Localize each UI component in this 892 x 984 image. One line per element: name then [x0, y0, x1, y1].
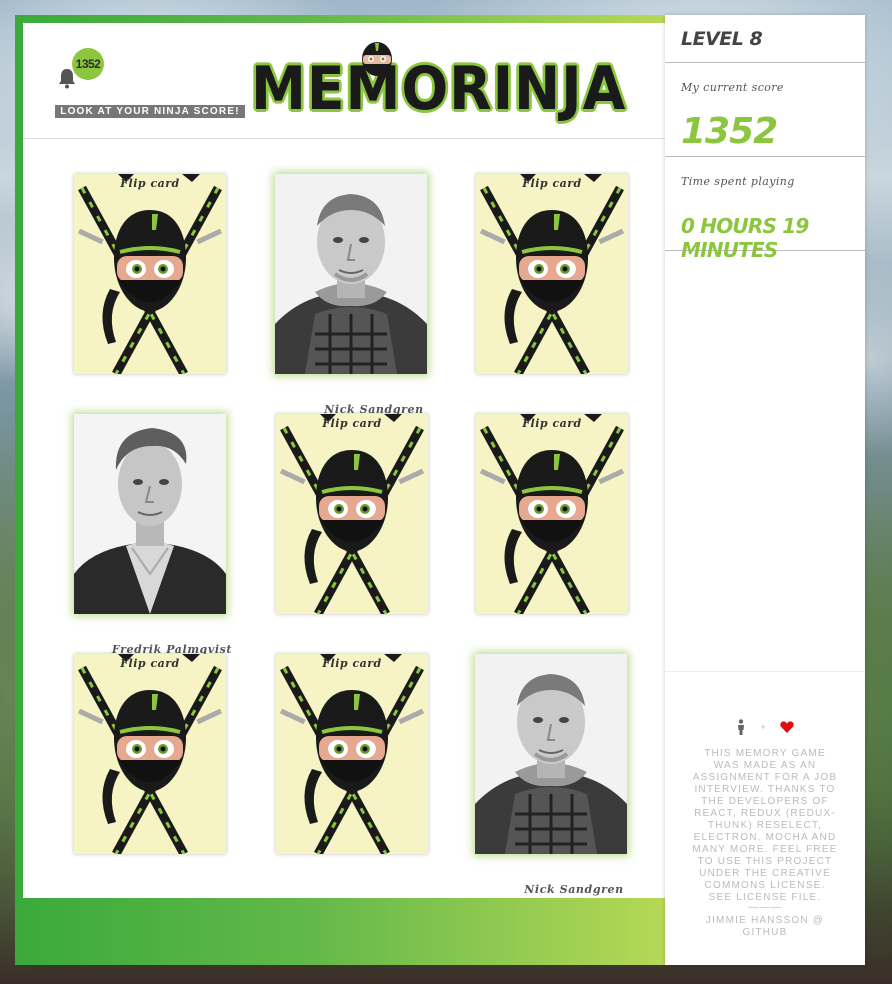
game-header: 1352 LOOK AT YOUR NINJA SCORE! MEMORINJA — [23, 23, 665, 139]
ninja-card-art-icon — [74, 174, 226, 374]
memory-card-hidden[interactable]: Flip card — [74, 654, 226, 854]
time-caption: Time spent playing — [681, 175, 795, 188]
ninja-card-art-icon — [74, 654, 226, 854]
credits-icons: + — [665, 717, 865, 737]
plus-symbol: + — [760, 722, 766, 732]
ninja-card-art-icon — [476, 174, 628, 374]
score-caption: My current score — [681, 81, 784, 94]
time-value: 0 HOURS 19 MINUTES — [681, 214, 809, 262]
memory-card-hidden[interactable]: Flip card — [276, 654, 428, 854]
memory-card-revealed — [74, 414, 226, 614]
github-link[interactable]: Jimmie Hansson @ GitHub — [691, 915, 839, 939]
memory-card-hidden[interactable]: Flip card — [74, 174, 226, 374]
notification-badge[interactable]: 1352 — [72, 48, 104, 80]
person-icon — [738, 719, 745, 735]
memory-card-hidden[interactable]: Flip card — [476, 414, 628, 614]
memory-card-revealed — [275, 174, 427, 374]
person-photo — [74, 414, 226, 614]
ninja-mascot-icon — [362, 42, 392, 76]
flip-card-label: Flip card — [120, 657, 180, 670]
memory-card-hidden[interactable]: Flip card — [276, 414, 428, 614]
logo-text: MEMORINJA — [251, 54, 627, 124]
heart-icon — [779, 721, 794, 733]
credits-text: This memory game was made as an assignme… — [692, 748, 838, 903]
score-value: 1352 — [681, 111, 778, 152]
flip-card-label: Flip card — [322, 657, 382, 670]
game-board: 1352 LOOK AT YOUR NINJA SCORE! MEMORINJA… — [23, 23, 665, 898]
level-section: LEVEL 8 — [665, 15, 865, 63]
flip-card-label: Flip card — [522, 417, 582, 430]
ninja-card-art-icon — [276, 654, 428, 854]
flip-card-label: Flip card — [522, 177, 582, 190]
credits-divider-line: ——— — [748, 902, 782, 913]
sidebar: LEVEL 8 My current score 1352 Time spent… — [665, 15, 865, 965]
person-photo — [275, 174, 427, 374]
flip-card-label: Flip card — [322, 417, 382, 430]
person-photo — [475, 654, 627, 854]
level-label: LEVEL 8 — [681, 28, 763, 50]
ninja-card-art-icon — [476, 414, 628, 614]
card-name-label: Nick Sandgren — [524, 883, 624, 896]
score-link[interactable]: LOOK AT YOUR NINJA SCORE! — [55, 105, 245, 118]
credits-divider — [665, 671, 865, 672]
ninja-card-art-icon — [276, 414, 428, 614]
memory-card-hidden[interactable]: Flip card — [476, 174, 628, 374]
flip-card-label: Flip card — [120, 177, 180, 190]
memory-card-revealed — [475, 654, 627, 854]
